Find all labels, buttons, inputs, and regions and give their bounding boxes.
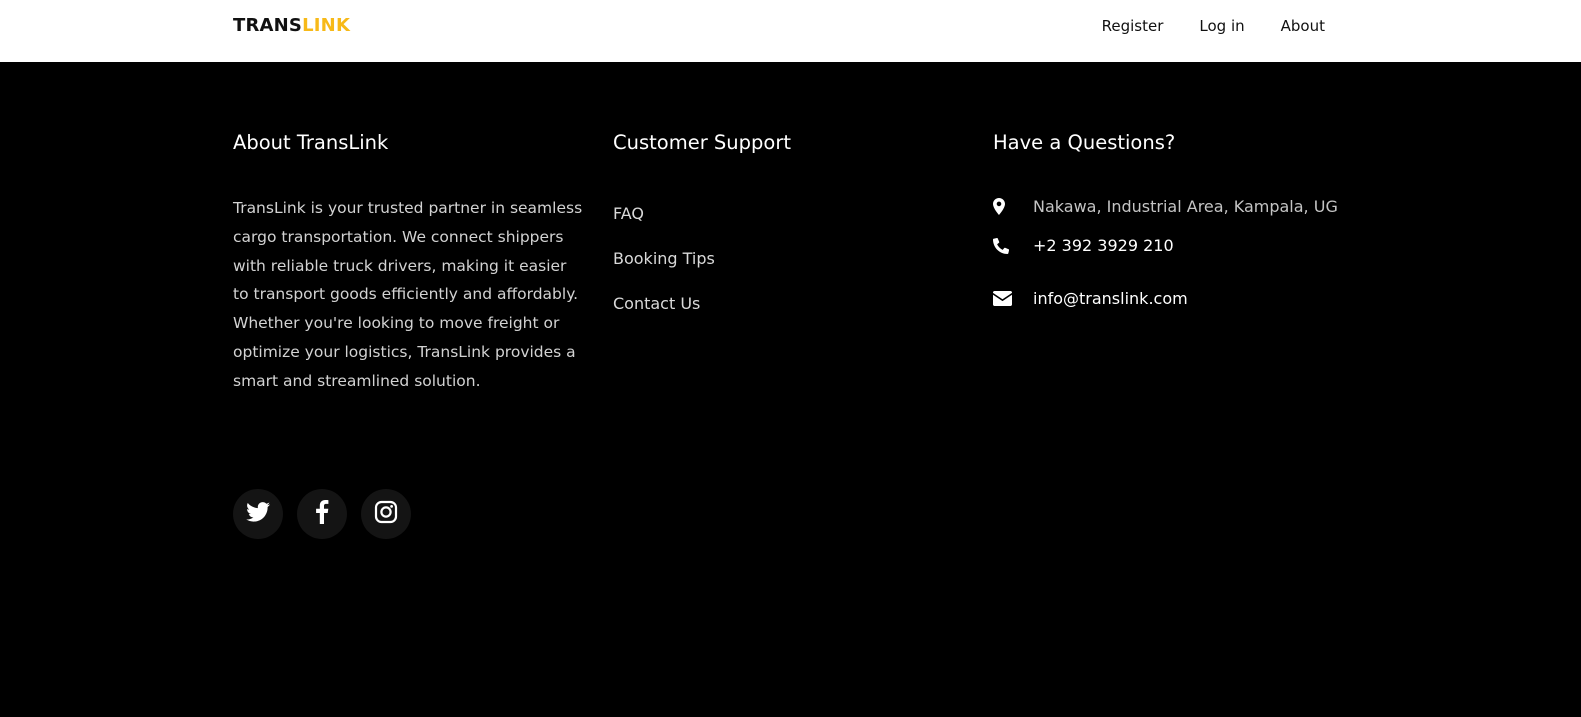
site-logo[interactable]: TRANSLINK (233, 15, 350, 36)
facebook-icon (315, 500, 329, 528)
nav-login-link[interactable]: Log in (1199, 17, 1244, 35)
support-item: Contact Us (613, 294, 953, 339)
logo-text-trans: TRANS (233, 15, 303, 36)
contact-us-link[interactable]: Contact Us (613, 294, 700, 313)
facebook-button[interactable] (297, 489, 347, 539)
instagram-icon (374, 500, 398, 528)
envelope-icon (993, 291, 1033, 306)
site-footer: About TransLink TransLink is your truste… (0, 62, 1581, 717)
support-item: FAQ (613, 204, 953, 249)
map-marker-icon (993, 198, 1033, 215)
contact-phone: +2 392 3929 210 (993, 236, 1174, 255)
contact-email: info@translink.com (993, 289, 1188, 308)
booking-tips-link[interactable]: Booking Tips (613, 249, 715, 268)
twitter-button[interactable] (233, 489, 283, 539)
support-heading: Customer Support (613, 131, 792, 154)
social-links (233, 489, 411, 539)
support-links: FAQ Booking Tips Contact Us (613, 204, 953, 339)
support-item: Booking Tips (613, 249, 953, 294)
twitter-icon (246, 502, 270, 526)
instagram-button[interactable] (361, 489, 411, 539)
logo-text-link: LINK (302, 15, 351, 36)
about-description: TransLink is your trusted partner in sea… (233, 199, 583, 390)
address-text: Nakawa, Industrial Area, Kampala, UG (1033, 197, 1338, 216)
nav-about-link[interactable]: About (1281, 17, 1325, 35)
faq-link[interactable]: FAQ (613, 204, 644, 223)
top-navbar: TRANSLINK Register Log in About (0, 0, 1581, 62)
contact-address: Nakawa, Industrial Area, Kampala, UG (993, 197, 1338, 216)
about-heading: About TransLink (233, 131, 389, 154)
about-section: About TransLink TransLink is your truste… (233, 131, 583, 539)
contact-heading: Have a Questions? (993, 131, 1176, 154)
contact-section: Have a Questions? Nakawa, Industrial Are… (993, 131, 1393, 308)
email-link[interactable]: info@translink.com (1033, 289, 1188, 308)
main-nav: Register Log in About (1102, 17, 1325, 35)
nav-register-link[interactable]: Register (1102, 17, 1164, 35)
phone-link[interactable]: +2 392 3929 210 (1033, 236, 1174, 255)
phone-icon (993, 237, 1033, 254)
support-section: Customer Support FAQ Booking Tips Contac… (613, 132, 953, 339)
